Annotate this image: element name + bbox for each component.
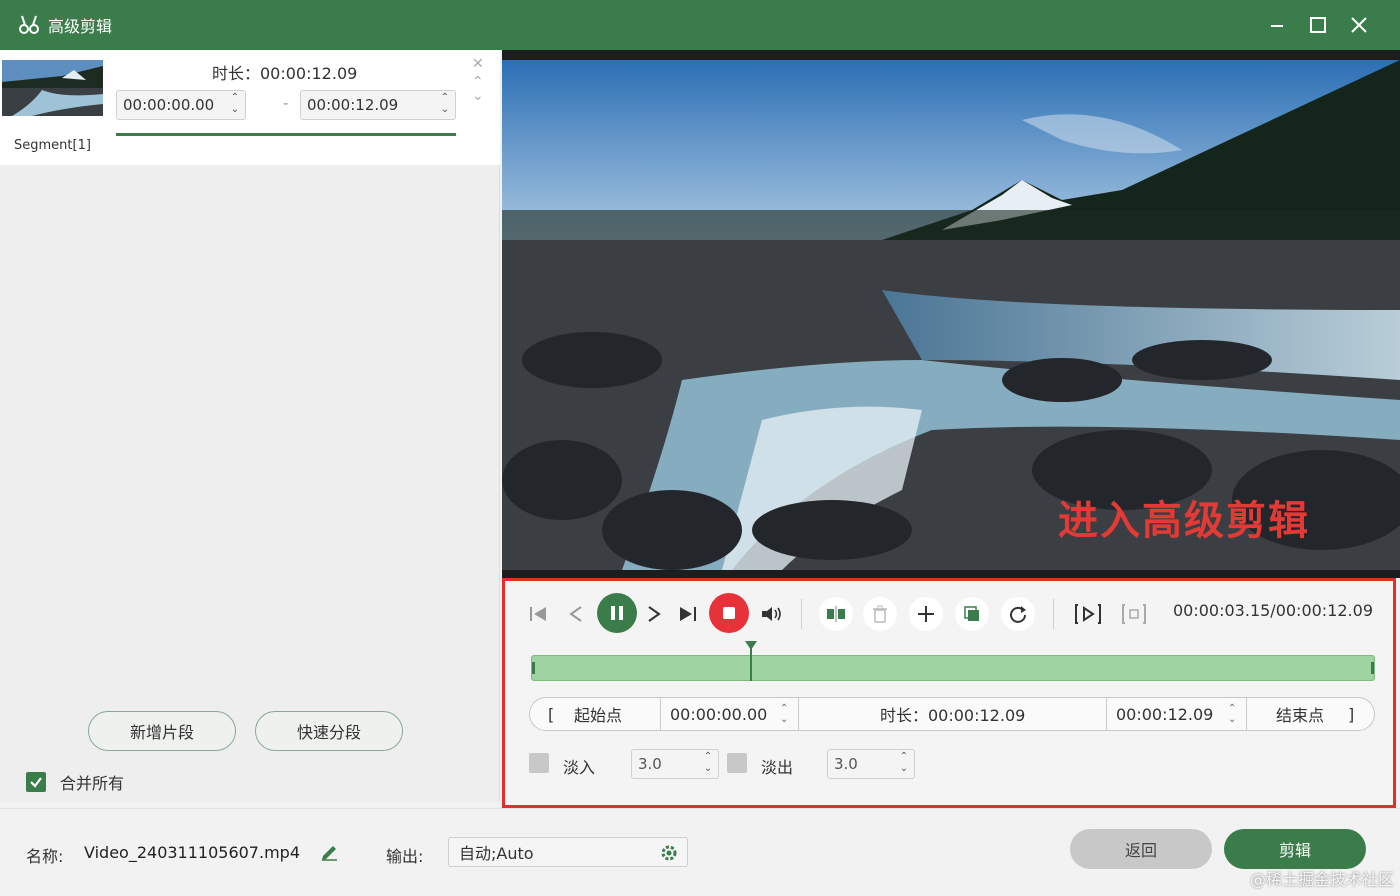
app-logo-icon [18, 14, 40, 36]
watermark: @稀土掘金技术社区 [1249, 870, 1394, 889]
cut-button[interactable]: 剪辑 [1224, 829, 1366, 869]
segment-end-input[interactable]: 00:00:12.09 ⌃ ⌄ [300, 90, 456, 120]
segment-thumbnail[interactable] [2, 60, 103, 116]
split-icon[interactable] [819, 597, 853, 631]
merge-all-checkbox[interactable] [26, 772, 46, 792]
name-label: 名称: [26, 847, 64, 866]
set-start-button[interactable]: 起始点 [574, 698, 622, 730]
spin-stepper[interactable]: ⌃ ⌄ [780, 698, 788, 730]
bottom-bar: 名称: Video_240311105607.mp4 输出: 自动;Auto 返… [0, 808, 1400, 896]
segment-start-input[interactable]: 00:00:00.00 ⌃ ⌄ [116, 90, 246, 120]
player-controls: 00:00:03.15/00:00:12.09 [ 起始点 00:00:00.0… [502, 578, 1396, 808]
gear-icon[interactable] [659, 843, 679, 867]
range-divider [660, 698, 661, 730]
segment-panel: Segment[1] 时长：00:00:12.09 00:00:00.00 ⌃ ⌄… [0, 50, 500, 802]
title-bar: 高级剪辑 [0, 0, 1400, 50]
pause-button[interactable] [597, 593, 637, 633]
fade-out-label: 淡出 [761, 758, 794, 777]
segment-duration: 时长：00:00:12.09 [212, 64, 358, 83]
range-end-input[interactable]: 00:00:12.09 [1116, 698, 1213, 730]
go-to-end-icon[interactable] [671, 597, 705, 631]
range-duration: 时长：00:00:12.09 [880, 706, 1026, 725]
stop-button[interactable] [709, 593, 749, 633]
fade-in-checkbox[interactable] [529, 753, 549, 773]
range-divider [1106, 698, 1107, 730]
range-divider [798, 698, 799, 730]
quick-split-button[interactable]: 快速分段 [255, 711, 403, 751]
file-name: Video_240311105607.mp4 [84, 843, 300, 862]
range-divider [1246, 698, 1247, 730]
edit-name-icon[interactable] [320, 841, 338, 865]
move-down-icon[interactable]: ⌄ [472, 88, 484, 104]
segment-card[interactable]: Segment[1] 时长：00:00:12.09 00:00:00.00 ⌃ ⌄… [0, 50, 500, 165]
merge-all-option[interactable]: 合并所有 [26, 770, 124, 794]
track-end-handle[interactable] [1371, 662, 1374, 674]
fullscreen-icon[interactable] [1117, 597, 1151, 631]
timeline-track[interactable] [531, 655, 1375, 681]
merge-all-label: 合并所有 [60, 774, 125, 793]
preview-play-icon[interactable] [1071, 597, 1105, 631]
next-frame-icon[interactable] [637, 597, 671, 631]
fade-out-input[interactable]: 3.0 ⌃ ⌄ [827, 749, 915, 779]
copy-icon[interactable] [955, 597, 989, 631]
track-start-handle[interactable] [532, 662, 535, 674]
output-label: 输出: [386, 847, 424, 866]
spin-stepper[interactable]: ⌃ ⌄ [439, 92, 451, 118]
add-icon[interactable] [909, 597, 943, 631]
range-bar: [ 起始点 00:00:00.00 ⌃ ⌄ 时长：00:00:12.09 00:0… [529, 697, 1375, 731]
minimize-icon[interactable] [1262, 10, 1292, 40]
overlay-caption: 进入高级剪辑 [1058, 498, 1310, 544]
fade-in-label: 淡入 [563, 758, 596, 777]
open-bracket: [ [548, 704, 555, 724]
window-title: 高级剪辑 [48, 17, 113, 36]
delete-segment-icon[interactable]: ✕ [472, 56, 484, 72]
playhead[interactable] [749, 641, 752, 681]
add-segment-button[interactable]: 新增片段 [88, 711, 236, 751]
toolbar-divider [801, 599, 802, 629]
fade-out-checkbox[interactable] [727, 753, 747, 773]
delete-icon[interactable] [863, 597, 897, 631]
maximize-icon[interactable] [1303, 10, 1333, 40]
output-select[interactable]: 自动;Auto [448, 837, 688, 867]
toolbar-divider [1053, 599, 1054, 629]
spin-stepper[interactable]: ⌃ ⌄ [229, 92, 241, 118]
go-to-start-icon[interactable] [521, 597, 555, 631]
range-start-input[interactable]: 00:00:00.00 [670, 698, 767, 730]
segment-label: Segment[1] [14, 138, 91, 153]
previous-frame-icon[interactable] [559, 597, 593, 631]
time-readout: 00:00:03.15/00:00:12.09 [1173, 601, 1373, 620]
volume-icon[interactable] [755, 597, 789, 631]
close-icon[interactable] [1344, 10, 1374, 40]
segment-progress [116, 133, 456, 136]
spin-stepper[interactable]: ⌃ ⌄ [702, 751, 714, 777]
video-preview[interactable]: 进入高级剪辑 [502, 50, 1400, 578]
spin-stepper[interactable]: ⌃ ⌄ [1228, 698, 1236, 730]
set-end-button[interactable]: 结束点 [1276, 698, 1324, 730]
range-dash: - [283, 94, 289, 112]
fade-in-input[interactable]: 3.0 ⌃ ⌄ [631, 749, 719, 779]
back-button[interactable]: 返回 [1070, 829, 1212, 869]
reset-icon[interactable] [1001, 597, 1035, 631]
close-bracket: ] [1348, 704, 1355, 724]
spin-stepper[interactable]: ⌃ ⌄ [898, 751, 910, 777]
